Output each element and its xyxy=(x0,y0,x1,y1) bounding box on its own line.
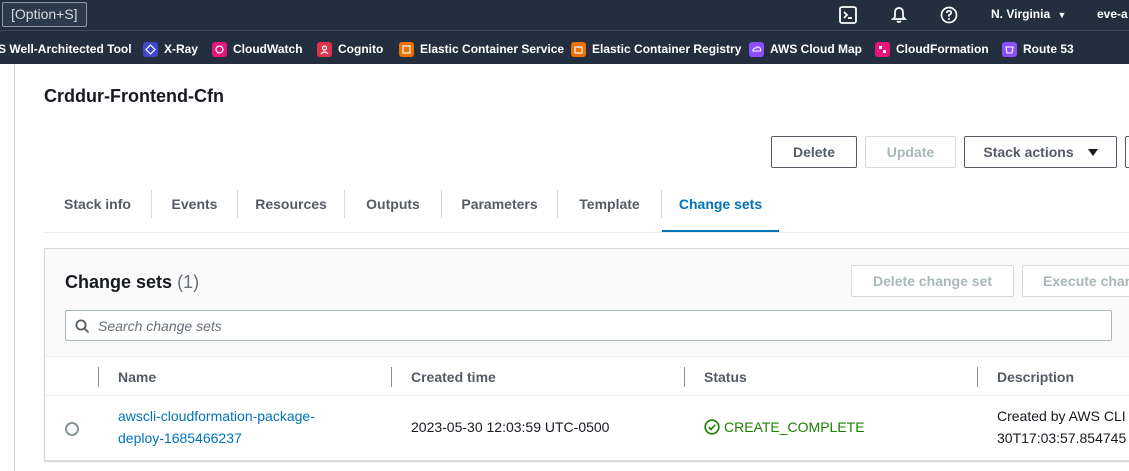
created-time-cell: 2023-05-30 12:03:59 UTC-0500 xyxy=(411,419,610,435)
favorites-bar: S Well-Architected Tool X-Ray CloudWatch… xyxy=(0,30,1129,64)
favorite-elastic-container-registry[interactable]: Elastic Container Registry xyxy=(571,41,741,57)
favorite-cloudwatch[interactable]: CloudWatch xyxy=(212,41,303,57)
search-shortcut-hint[interactable]: [Option+S] xyxy=(2,2,87,27)
change-sets-count: (1) xyxy=(177,272,200,292)
column-header-status[interactable]: Status xyxy=(704,369,747,385)
stack-actions-label: Stack actions xyxy=(983,144,1074,160)
execute-change-set-button[interactable]: Execute chan xyxy=(1022,265,1129,297)
favorite-cognito[interactable]: Cognito xyxy=(317,41,383,57)
success-check-icon xyxy=(704,419,720,435)
column-header-description[interactable]: Description xyxy=(997,369,1074,385)
cloudshell-icon[interactable] xyxy=(838,5,858,25)
delete-stack-button[interactable]: Delete xyxy=(771,136,857,168)
cloudformation-icon xyxy=(875,41,890,57)
tab-outputs[interactable]: Outputs xyxy=(345,186,441,232)
favorite-label: Elastic Container Service xyxy=(420,42,565,56)
favorite-label: X-Ray xyxy=(164,42,199,56)
change-set-name-line-1: awscli-cloudformation-package- xyxy=(118,408,315,424)
cloud-map-icon xyxy=(749,41,764,57)
caret-down-icon: ▼ xyxy=(1057,10,1067,20)
top-navigation: [Option+S] N. Virginia ▼ eve-a xyxy=(0,0,1129,30)
tab-parameters[interactable]: Parameters xyxy=(442,186,557,232)
column-header-name[interactable]: Name xyxy=(118,369,156,385)
page-title: Crddur-Frontend-Cfn xyxy=(44,86,224,106)
ecr-icon xyxy=(571,41,586,57)
notifications-icon[interactable] xyxy=(889,5,909,25)
description-cell: Created by AWS CLI a 30T17:03:57.854745 xyxy=(997,405,1129,449)
side-panel-divider xyxy=(14,64,15,471)
change-set-name-line-2: deploy-1685466237 xyxy=(118,430,242,446)
search-icon xyxy=(75,319,90,339)
favorite-route-53[interactable]: Route 53 xyxy=(1002,41,1074,57)
tab-events[interactable]: Events xyxy=(152,186,237,232)
favorite-well-architected-tool[interactable]: S Well-Architected Tool xyxy=(0,41,132,57)
favorite-label: CloudFormation xyxy=(896,42,989,56)
help-icon[interactable] xyxy=(939,5,959,25)
column-divider[interactable] xyxy=(391,367,392,387)
change-sets-panel: Change sets (1) Delete change set Execut… xyxy=(44,248,1129,461)
favorite-elastic-container-service[interactable]: Elastic Container Service xyxy=(399,41,564,57)
tab-resources[interactable]: Resources xyxy=(238,186,344,232)
favorite-label: Cognito xyxy=(338,42,384,56)
account-menu[interactable]: eve-a xyxy=(1097,7,1128,21)
ecs-icon xyxy=(399,41,414,57)
description-line-2: 30T17:03:57.854745 xyxy=(997,430,1127,446)
delete-change-set-button[interactable]: Delete change set xyxy=(851,265,1014,297)
change-sets-header: Change sets (1) Delete change set Execut… xyxy=(45,249,1129,357)
status-label: CREATE_COMPLETE xyxy=(724,419,865,435)
table-row: awscli-cloudformation-package- deploy-16… xyxy=(45,397,1129,460)
favorite-label: AWS Cloud Map xyxy=(770,42,862,56)
tab-stack-info[interactable]: Stack info xyxy=(44,186,151,232)
search-field xyxy=(65,310,1112,341)
status-cell: CREATE_COMPLETE xyxy=(704,416,865,438)
region-label: N. Virginia xyxy=(991,7,1051,21)
row-select-radio[interactable] xyxy=(65,422,79,436)
change-set-name-link[interactable]: awscli-cloudformation-package- deploy-16… xyxy=(118,405,315,449)
active-tab-indicator xyxy=(662,230,779,232)
favorite-label: CloudWatch xyxy=(233,42,303,56)
caret-down-icon xyxy=(1087,148,1098,156)
tab-change-sets[interactable]: Change sets xyxy=(662,186,779,232)
table-header: Name Created time Status Description xyxy=(45,358,1129,396)
description-line-1: Created by AWS CLI a xyxy=(997,408,1129,424)
column-header-created-time[interactable]: Created time xyxy=(411,369,496,385)
create-stack-button[interactable] xyxy=(1125,136,1129,168)
update-stack-button[interactable]: Update xyxy=(865,136,956,168)
favorite-x-ray[interactable]: X-Ray xyxy=(143,41,198,57)
cognito-icon xyxy=(317,41,332,57)
stack-actions-dropdown[interactable]: Stack actions xyxy=(964,136,1117,168)
change-sets-title: Change sets (1) xyxy=(65,272,199,293)
x-ray-icon xyxy=(143,41,158,57)
column-divider xyxy=(98,367,99,387)
favorite-aws-cloud-map[interactable]: AWS Cloud Map xyxy=(749,41,862,57)
tab-template[interactable]: Template xyxy=(558,186,661,232)
favorite-label: Elastic Container Registry xyxy=(592,42,742,56)
favorite-cloudformation[interactable]: CloudFormation xyxy=(875,41,989,57)
stack-tabs: Stack info Events Resources Outputs Para… xyxy=(44,186,1129,233)
favorite-label: S Well-Architected Tool xyxy=(0,42,132,56)
cloudwatch-icon xyxy=(212,41,227,57)
column-divider[interactable] xyxy=(977,367,978,387)
favorite-label: Route 53 xyxy=(1023,42,1074,56)
change-sets-title-text: Change sets xyxy=(65,272,173,292)
region-selector[interactable]: N. Virginia ▼ xyxy=(991,7,1066,21)
route-53-icon xyxy=(1002,41,1017,57)
column-divider[interactable] xyxy=(684,367,685,387)
search-input[interactable] xyxy=(98,311,1088,340)
